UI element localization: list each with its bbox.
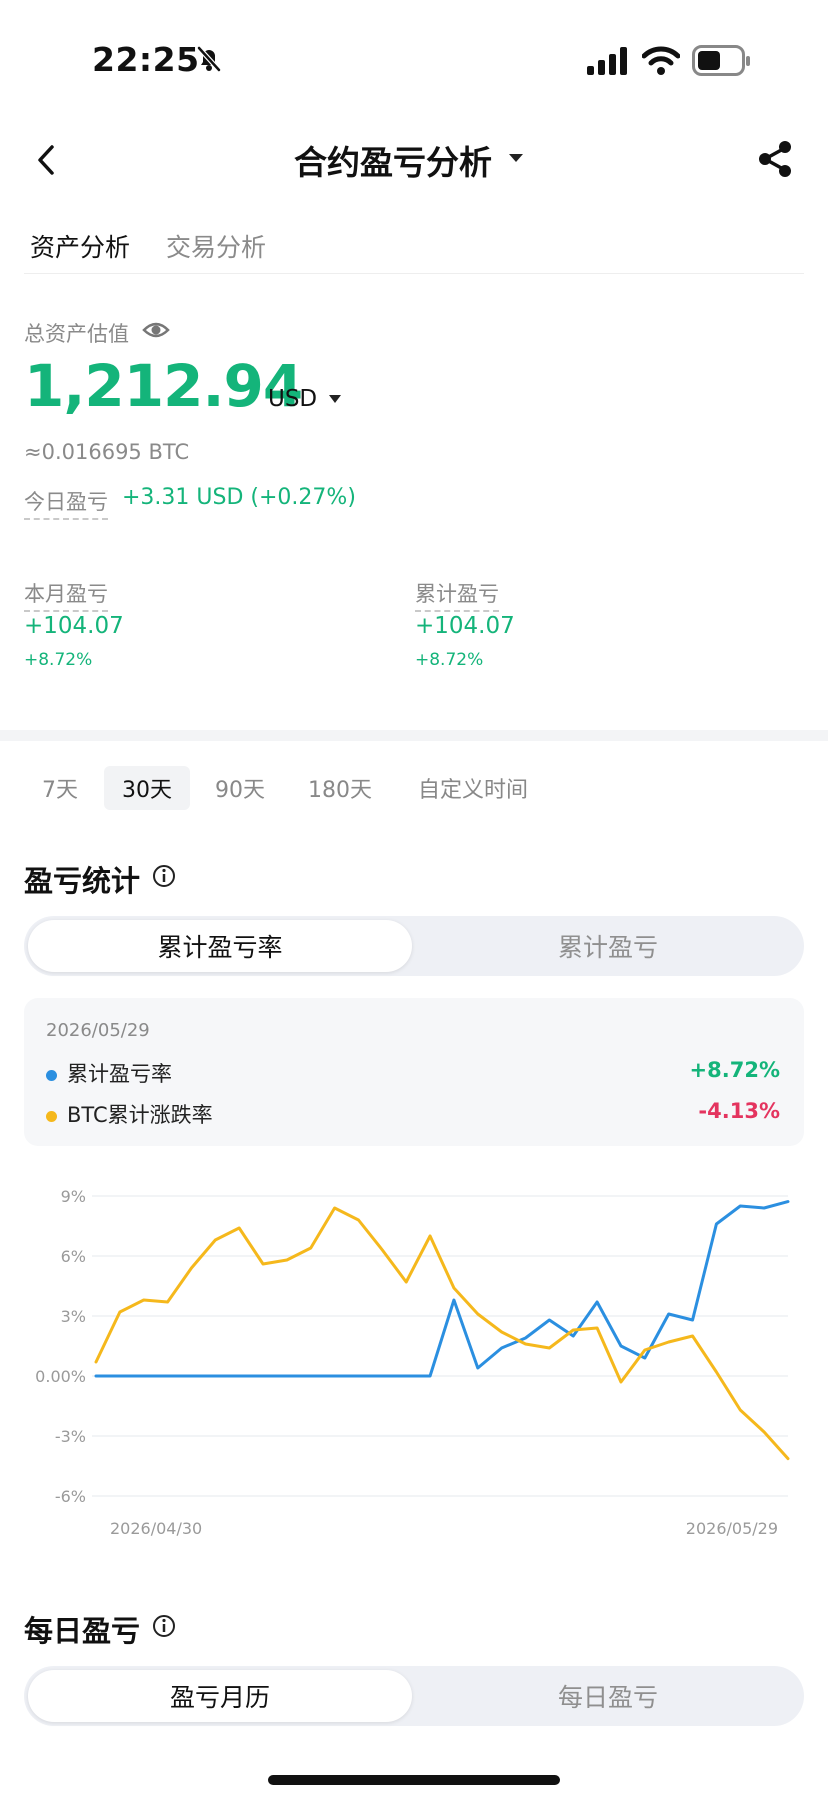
legend-dot-btc [46,1110,57,1122]
tab-trade-analysis[interactable]: 交易分析 [166,228,266,264]
range-90d[interactable]: 90天 [206,766,274,810]
caret-down-icon[interactable] [508,152,524,164]
month-pnl-value: +104.07 [24,613,124,639]
x-tick-label: 2026/05/29 [686,1519,778,1538]
cellular-signal-icon [587,47,627,75]
segment-cumulative-rate[interactable]: 累计盈亏率 [28,920,412,972]
currency-caret-icon[interactable] [328,394,342,404]
x-tick-label: 2026/04/30 [110,1519,202,1538]
y-tick-label: 9% [61,1187,86,1206]
segment-pnl-calendar[interactable]: 盈亏月历 [28,1670,412,1722]
currency-selector[interactable]: USD [268,386,317,412]
daily-pnl-title: 每日盈亏 [24,1614,141,1648]
tooltip-row-btc: BTC累计涨跌率 [46,1099,213,1129]
share-icon[interactable] [756,140,794,178]
tooltip-date: 2026/05/29 [46,1020,150,1041]
tooltip-row-pnl-value: +8.72% [689,1058,780,1082]
total-pnl-label[interactable]: 累计盈亏 [415,578,499,612]
segment-daily-pnl[interactable]: 每日盈亏 [416,1670,800,1722]
y-tick-label: 6% [61,1247,86,1266]
y-tick-label: 3% [61,1307,86,1326]
y-tick-label: 0.00% [35,1367,86,1386]
series-line-pnl-rate [94,1200,790,1378]
pnl-stats-segmented-control: 累计盈亏率 累计盈亏 [24,916,804,976]
segment-cumulative-pnl[interactable]: 累计盈亏 [416,920,800,972]
range-7d[interactable]: 7天 [30,766,90,810]
page-title[interactable]: 合约盈亏分析 [294,136,492,184]
tooltip-row-btc-value: -4.13% [698,1099,780,1123]
total-pnl-pct: +8.72% [415,650,484,670]
eye-icon[interactable] [142,318,170,342]
pnl-stats-title: 盈亏统计 [24,864,141,898]
bell-slash-icon [197,46,221,72]
range-180d[interactable]: 180天 [298,766,382,810]
info-circle-icon[interactable] [152,864,176,888]
today-pnl-label[interactable]: 今日盈亏 [24,486,108,520]
range-30d[interactable]: 30天 [104,766,190,810]
wifi-icon [642,46,680,75]
y-tick-label: -6% [55,1487,86,1506]
tooltip-row-btc-label: BTC累计涨跌率 [67,1103,213,1127]
section-divider [0,730,828,741]
chevron-left-icon[interactable] [34,144,58,176]
legend-dot-pnl [46,1069,57,1081]
home-indicator[interactable] [268,1775,560,1785]
month-pnl-pct: +8.72% [24,650,93,670]
tooltip-row-pnl-label: 累计盈亏率 [67,1062,172,1086]
tab-asset-analysis[interactable]: 资产分析 [30,228,130,264]
btc-equivalent: ≈0.016695 BTC [24,440,190,464]
daily-segmented-control: 盈亏月历 每日盈亏 [24,1666,804,1726]
pnl-line-chart[interactable]: 9% 6% 3% 0.00% -3% -6% 2026/04/30 2026/05/29 [0,1170,828,1550]
total-assets-value: 1,212.94 [24,352,303,420]
chart-tooltip-card: 2026/05/29 累计盈亏率 +8.72% BTC累计涨跌率 -4.13% [24,998,804,1146]
info-circle-icon[interactable] [152,1614,176,1638]
month-pnl-label[interactable]: 本月盈亏 [24,578,108,612]
range-custom[interactable]: 自定义时间 [410,766,536,810]
status-time: 22:25 [92,40,200,79]
tooltip-row-pnl: 累计盈亏率 [46,1058,172,1088]
total-assets-label: 总资产估值 [24,322,129,346]
total-pnl-value: +104.07 [415,613,515,639]
today-pnl-value: +3.31 USD (+0.27%) [122,485,356,510]
y-tick-label: -3% [55,1427,86,1446]
battery-icon [692,45,750,76]
tab-divider [24,273,804,274]
